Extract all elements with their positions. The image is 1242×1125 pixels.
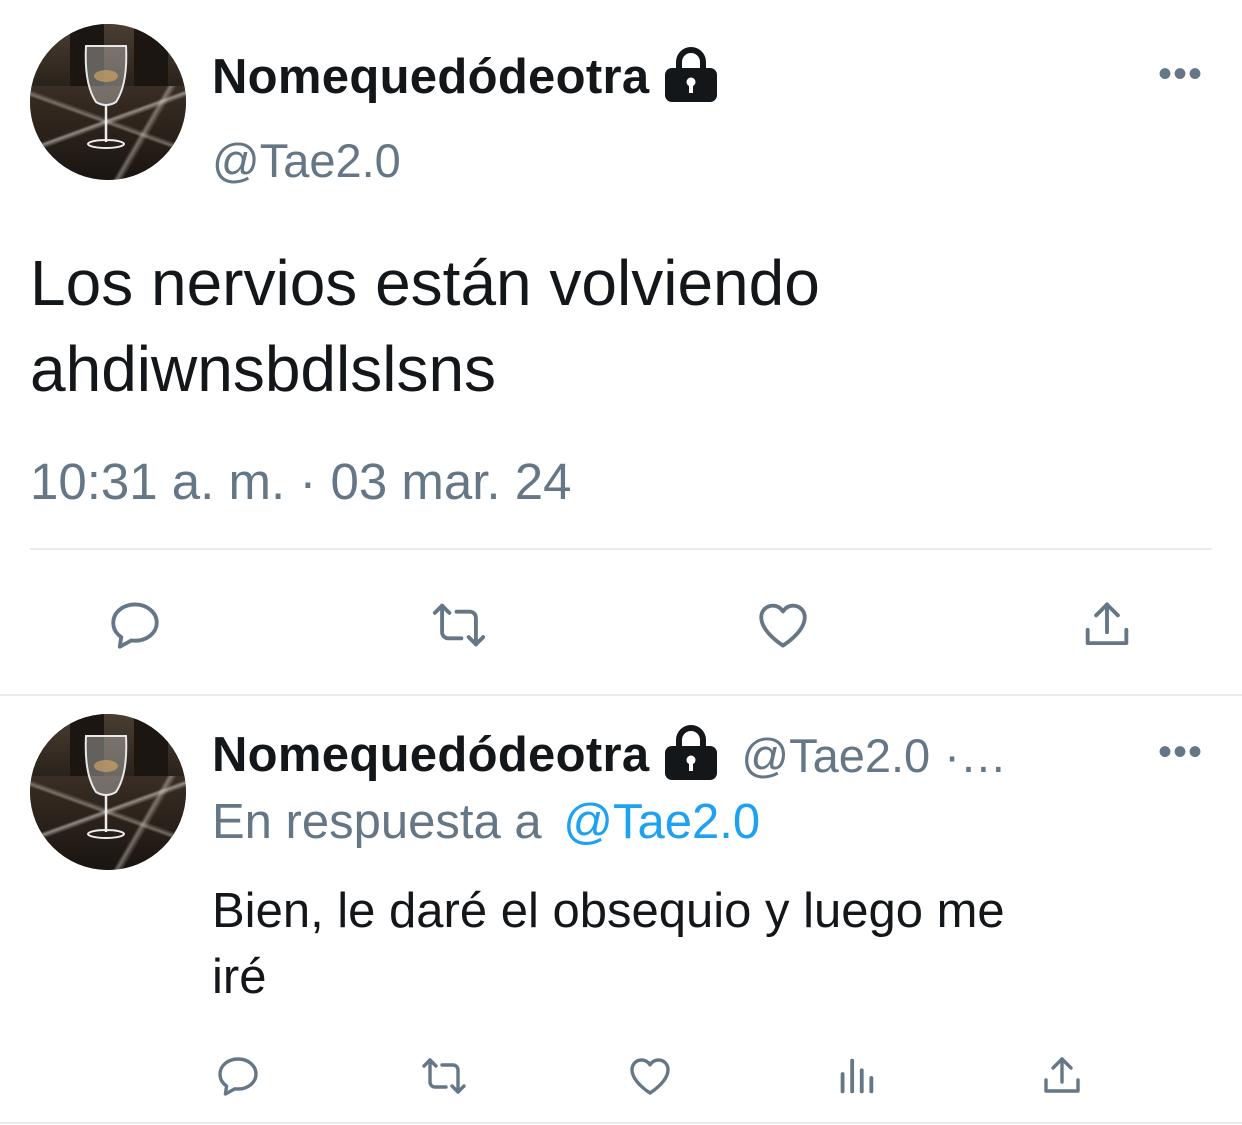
handle[interactable]: @Tae2.0 — [212, 133, 401, 188]
tweet-text-line1: Bien, le daré el obsequio y luego me — [212, 884, 1005, 938]
handle-trail: ·… — [944, 728, 1007, 782]
reply-icon[interactable] — [210, 1048, 266, 1104]
tweet-text: Bien, le daré el obsequio y luego me iré — [212, 878, 1005, 1010]
timestamp[interactable]: 10:31 a. m. · 03 mar. 24 — [30, 452, 571, 511]
handle[interactable]: @Tae2.0 — [741, 728, 930, 783]
share-icon[interactable] — [1034, 1048, 1090, 1104]
retweet-icon[interactable] — [424, 590, 494, 660]
lock-icon — [663, 46, 719, 109]
avatar[interactable] — [30, 24, 186, 180]
share-icon[interactable] — [1072, 590, 1142, 660]
display-name[interactable]: Nomequedódeotra — [212, 49, 649, 105]
avatar[interactable] — [30, 714, 186, 870]
divider — [0, 1122, 1242, 1124]
tweet-text: Los nervios están volviendo ahdiwnsbdlsl… — [30, 240, 820, 412]
divider — [30, 548, 1212, 550]
reply-prefix: En respuesta a — [212, 795, 542, 849]
analytics-icon[interactable] — [828, 1048, 884, 1104]
retweet-icon[interactable] — [414, 1048, 474, 1104]
display-name[interactable]: Nomequedódeotra — [212, 727, 649, 783]
lock-icon — [663, 724, 719, 787]
reply-icon[interactable] — [100, 590, 170, 660]
tweet-text-line2: ahdiwnsbdlslsns — [30, 333, 497, 405]
tweet-text-line1: Los nervios están volviendo — [30, 247, 820, 319]
like-icon[interactable] — [748, 590, 818, 660]
more-icon[interactable]: ••• — [1158, 732, 1203, 772]
reply-context: En respuesta a @Tae2.0 — [212, 794, 760, 850]
like-icon[interactable] — [622, 1048, 678, 1104]
tweet-text-line2: iré — [212, 950, 267, 1004]
divider — [0, 694, 1242, 696]
reply-to-link[interactable]: @Tae2.0 — [563, 795, 760, 849]
more-icon[interactable]: ••• — [1158, 54, 1203, 94]
